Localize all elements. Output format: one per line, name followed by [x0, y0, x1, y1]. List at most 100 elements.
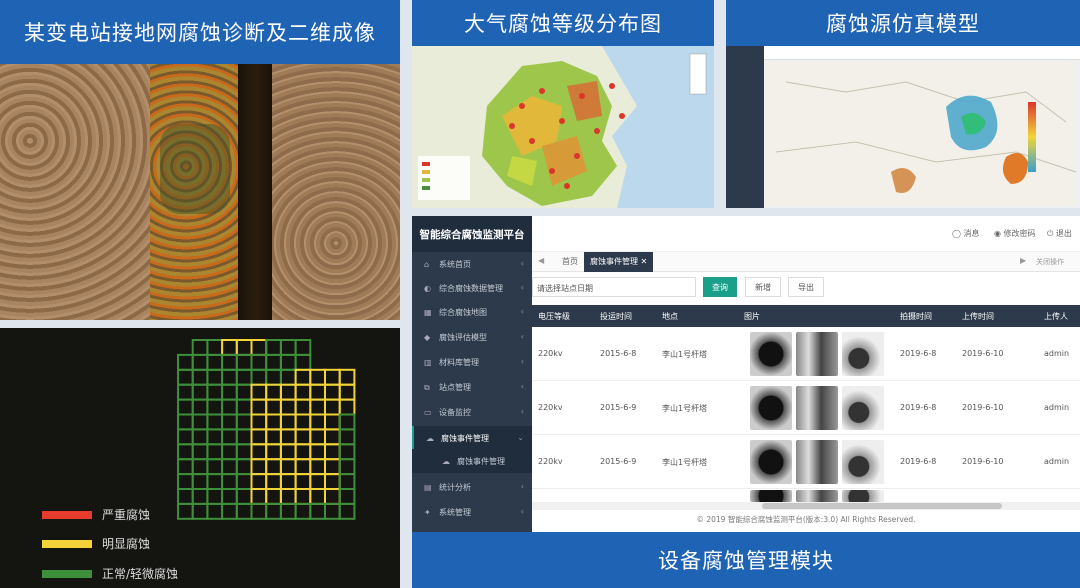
tab-forward-icon[interactable]: ▶ [1020, 256, 1026, 265]
grid-cell [309, 383, 326, 401]
inspection-thumbnail[interactable] [750, 490, 792, 502]
inspection-thumbnail[interactable] [842, 386, 884, 430]
grid-cell [221, 488, 238, 505]
grid-cell [191, 502, 209, 520]
eye-icon: ◉ [994, 229, 1004, 238]
grid-cell [279, 413, 297, 431]
search-input[interactable]: 请选择站点日期 [532, 277, 696, 297]
legend-label: 明显腐蚀 [102, 537, 151, 551]
sidebar-item[interactable]: ▦ 综合腐蚀地图 ‹ [412, 300, 532, 324]
cell-voltage: 220kv [538, 457, 563, 466]
tab-bar: ◀ 首页 腐蚀事件管理 ✕ ▶ 关闭操作 [532, 252, 1080, 272]
panel-title-atmospheric: 大气腐蚀等级分布图 [412, 0, 714, 46]
grid-cell [265, 428, 282, 446]
inspection-thumbnail[interactable] [750, 440, 792, 484]
legend-label: 严重腐蚀 [102, 508, 151, 522]
add-button[interactable]: 新增 [745, 277, 781, 297]
bank-icon: ▥ [424, 357, 432, 367]
legend-swatch-normal [42, 569, 92, 578]
grid-cell [177, 353, 194, 371]
tab-home[interactable]: 首页 [562, 256, 578, 267]
grid-cell [235, 502, 253, 520]
chevron-icon: ⌄ [517, 433, 524, 442]
sidebar-item[interactable]: ✦ 系统管理 ‹ [412, 500, 532, 524]
panel-title-simulation: 腐蚀源仿真模型 [726, 0, 1080, 46]
tab-active[interactable]: 腐蚀事件管理 ✕ [584, 252, 654, 272]
cell-place: 李山1号杆塔 [662, 458, 708, 467]
grid-cell [191, 383, 209, 401]
grid-cell [191, 488, 209, 505]
grid-cell [338, 398, 356, 416]
grid-cell [191, 353, 209, 371]
grid-cell [324, 443, 341, 461]
table-scrollbar-thumb[interactable] [762, 503, 1002, 509]
sim-topbar [764, 46, 1080, 60]
sidebar-item-label: 腐蚀评估模型 [439, 332, 487, 342]
legend-swatch-obvious [42, 539, 92, 548]
sidebar-item[interactable]: ◆ 腐蚀评估模型 ‹ [412, 325, 532, 349]
inspection-thumbnail[interactable] [842, 332, 884, 376]
inspection-thumbnail[interactable] [796, 332, 838, 376]
sidebar-item-label: 综合腐蚀数据管理 [439, 283, 503, 293]
grid-map-panel: 严重腐蚀 明显腐蚀 正常/轻微腐蚀 [0, 328, 400, 588]
grid-cell [177, 458, 194, 476]
sim-map [766, 62, 1078, 206]
sidebar-item[interactable]: ☁ 腐蚀事件管理 [412, 449, 532, 473]
cloud-icon: ☁ [442, 456, 450, 466]
grid-cell [221, 443, 238, 461]
tab-back-icon[interactable]: ◀ [538, 256, 544, 265]
grid-cell [235, 368, 253, 386]
export-button[interactable]: 导出 [788, 277, 824, 297]
header-message[interactable]: ◯ 消息 [952, 228, 980, 239]
inspection-thumbnail[interactable] [750, 386, 792, 430]
inspection-thumbnail[interactable] [796, 440, 838, 484]
grid-cell [250, 353, 268, 371]
sidebar-item[interactable]: ☁ 腐蚀事件管理 ⌄ [412, 426, 532, 450]
col-user: 上传人 [1038, 305, 1080, 327]
grid-cell [191, 398, 209, 416]
sidebar-item[interactable]: ▥ 材料库管理 ‹ [412, 350, 532, 374]
grid-cell [338, 473, 356, 491]
sidebar-item[interactable]: ⧉ 站点管理 ‹ [412, 375, 532, 399]
header-password[interactable]: ◉ 修改密码 [994, 228, 1036, 239]
header-logout[interactable]: ⏻ 退出 [1047, 228, 1072, 239]
chevron-icon: ‹ [520, 307, 524, 316]
grid-cell [250, 502, 268, 520]
monitor-icon: ▭ [424, 407, 432, 417]
sidebar-item[interactable]: ▭ 设备监控 ‹ [412, 400, 532, 424]
sidebar-item[interactable]: ⌂ 系统首页 ‹ [412, 252, 532, 276]
sidebar-item[interactable]: ◐ 综合腐蚀数据管理 ‹ [412, 276, 532, 300]
grid-cell [338, 502, 356, 520]
inspection-thumbnail[interactable] [796, 386, 838, 430]
grid-cell [324, 458, 341, 476]
grid-cell [235, 458, 253, 476]
cell-user: admin [1044, 457, 1070, 466]
grid-cell [265, 398, 282, 416]
grid-cell [279, 428, 297, 446]
inspection-thumbnail[interactable] [750, 332, 792, 376]
grid-cell [177, 443, 194, 461]
cell-user: admin [1044, 403, 1070, 412]
inspection-thumbnail[interactable] [842, 440, 884, 484]
tab-ops[interactable]: 关闭操作 [1036, 257, 1064, 267]
sidebar-item[interactable]: ▤ 统计分析 ‹ [412, 475, 532, 499]
cell-date: 2015-6-9 [600, 457, 637, 466]
grid-cell [324, 428, 341, 446]
grid-cell [265, 368, 282, 386]
inspection-thumbnail[interactable] [796, 490, 838, 502]
grid-cell [338, 443, 356, 461]
grid-cell [338, 488, 356, 505]
map-icon: ▦ [424, 307, 432, 317]
inspection-thumbnail[interactable] [842, 490, 884, 502]
chevron-icon: ‹ [520, 507, 524, 516]
grid-cell [294, 473, 312, 491]
grid-cell [235, 339, 253, 356]
grid-cell [324, 383, 341, 401]
close-icon[interactable]: ✕ [641, 257, 648, 266]
grid-cell [221, 339, 238, 356]
grid-cell [265, 443, 282, 461]
grid-cell [279, 353, 297, 371]
col-date: 投运时间 [594, 305, 656, 327]
query-button[interactable]: 查询 [703, 277, 737, 297]
grid-cell [177, 502, 194, 520]
